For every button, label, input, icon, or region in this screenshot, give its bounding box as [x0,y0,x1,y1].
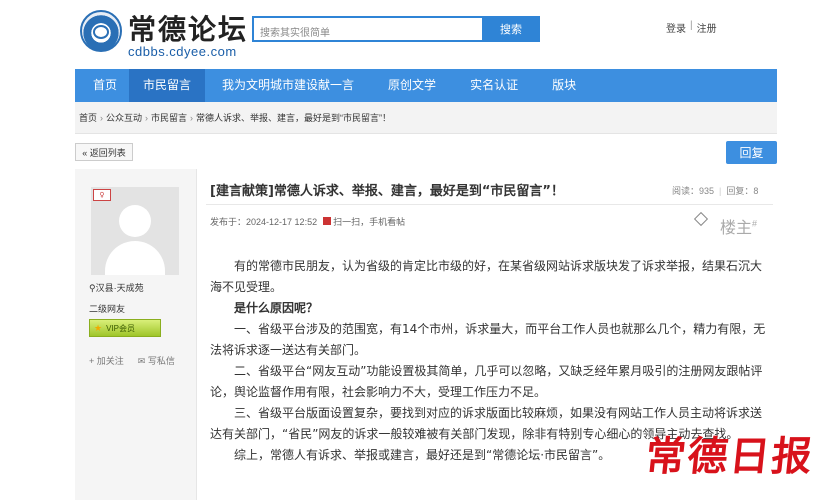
search-button[interactable]: 搜索 [482,16,540,42]
scan-mobile-label: 扫一扫，手机看帖 [333,217,406,227]
breadcrumb-item[interactable]: 公众互动 [106,113,142,123]
post-title: [建言献策]常德人诉求、举报、建言，最好是到“市民留言”！ [210,184,564,199]
divider [206,204,773,205]
back-to-list-button[interactable]: « 返回列表 [75,143,133,161]
author-panel: ♀ ⚲汉县·天成苑 二级网友 ★ VIP会员 + 加关注 ✉ 写私信 [75,169,197,500]
follow-button[interactable]: + 加关注 [89,354,124,367]
vip-badge: ★ VIP会员 [89,319,161,337]
post-stats: 阅读：935 | 回复：8 [672,186,759,196]
views-count: 935 [699,186,715,196]
avatar[interactable]: ♀ [91,187,179,275]
post-paragraph: 二、省级平台“网友互动”功能设置极其简单，几乎可以忽略，又缺乏经年累月吸引的注册… [210,364,763,399]
vip-badge-label: VIP会员 [106,323,135,333]
replies-label: 回复： [726,186,754,196]
register-link[interactable]: 注册 [697,20,717,35]
private-message-button[interactable]: ✉ 写私信 [138,354,175,367]
floor-mark: # [752,218,758,229]
site-logo-icon[interactable] [80,10,122,52]
author-level: 二级网友 [89,304,126,314]
newspaper-watermark: 常德日报 [643,433,817,480]
reply-button[interactable]: 回复 [726,141,777,164]
site-logo-title[interactable]: 常德论坛 [128,8,248,48]
nav-item-verification[interactable]: 实名认证 [453,69,535,102]
login-link[interactable]: 登录 [666,20,686,35]
auth-links: 登录 | 注册 [666,20,717,35]
floor-label-text: 楼主 [720,220,753,237]
location-icon: ⚲ [89,283,96,293]
breadcrumb: 首页 › 公众互动 › 市民留言 › 常德人诉求、举报、建言，最好是到“市民留言”！ [75,102,777,134]
breadcrumb-item[interactable]: 首页 [79,113,97,123]
nav-item-citizen-messages[interactable]: 市民留言 [129,69,206,102]
breadcrumb-item[interactable]: 市民留言 [151,113,187,123]
author-name-text: 汉县·天成苑 [95,283,144,293]
floor-jump-icon[interactable] [693,211,709,227]
post-meta: 发布于：2024-12-17 12:52 扫一扫，手机看帖 [210,215,405,228]
auth-separator: | [690,20,693,31]
mail-icon: ✉ [137,356,146,366]
views-label: 阅读： [672,186,700,196]
breadcrumb-item-current[interactable]: 常德人诉求、举报、建言，最好是到“市民留言”！ [196,113,391,123]
qr-code-icon [323,217,332,225]
star-icon: ★ [94,322,103,333]
gender-icon: ♀ [93,189,111,201]
posted-time: 2024-12-17 12:52 [246,217,318,227]
post-paragraph: 是什么原因呢？ [234,301,319,315]
breadcrumb-arrow-icon: › [190,113,194,123]
nav-item-literature[interactable]: 原创文学 [371,69,453,102]
site-header: 常德论坛 cdbbs.cdyee.com 搜索其实很简单 搜索 登录 | 注册 [0,0,828,68]
private-message-label: 写私信 [147,356,175,366]
breadcrumb-arrow-icon: › [100,113,104,123]
search-input[interactable]: 搜索其实很简单 [252,16,482,42]
nav-item-boards[interactable]: 版块 [535,69,593,102]
nav-item-home[interactable]: 首页 [75,69,129,102]
posted-label: 发布于： [210,217,247,227]
scan-mobile-link[interactable]: 扫一扫，手机看帖 [323,215,405,228]
author-name[interactable]: ⚲汉县·天成苑 [89,281,144,294]
nav-item-civilized-city[interactable]: 我为文明城市建设献一言 [205,69,371,102]
main-nav: 首页 市民留言 我为文明城市建设献一言 原创文学 实名认证 版块 [75,69,777,102]
author-actions: + 加关注 ✉ 写私信 [89,354,175,367]
post-paragraph: 有的常德市民朋友，认为省级的肯定比市级的好，在某省级网站诉求版块发了诉求举报，结… [210,259,763,294]
floor-label: 楼主# [720,214,757,238]
site-logo-url: cdbbs.cdyee.com [128,44,237,59]
post-paragraph: 一、省级平台涉及的范围宽，有14个市州，诉求量大，而平台工作人员也就那么几个，精… [210,322,766,357]
breadcrumb-arrow-icon: › [145,113,149,123]
replies-count: 8 [753,186,759,196]
